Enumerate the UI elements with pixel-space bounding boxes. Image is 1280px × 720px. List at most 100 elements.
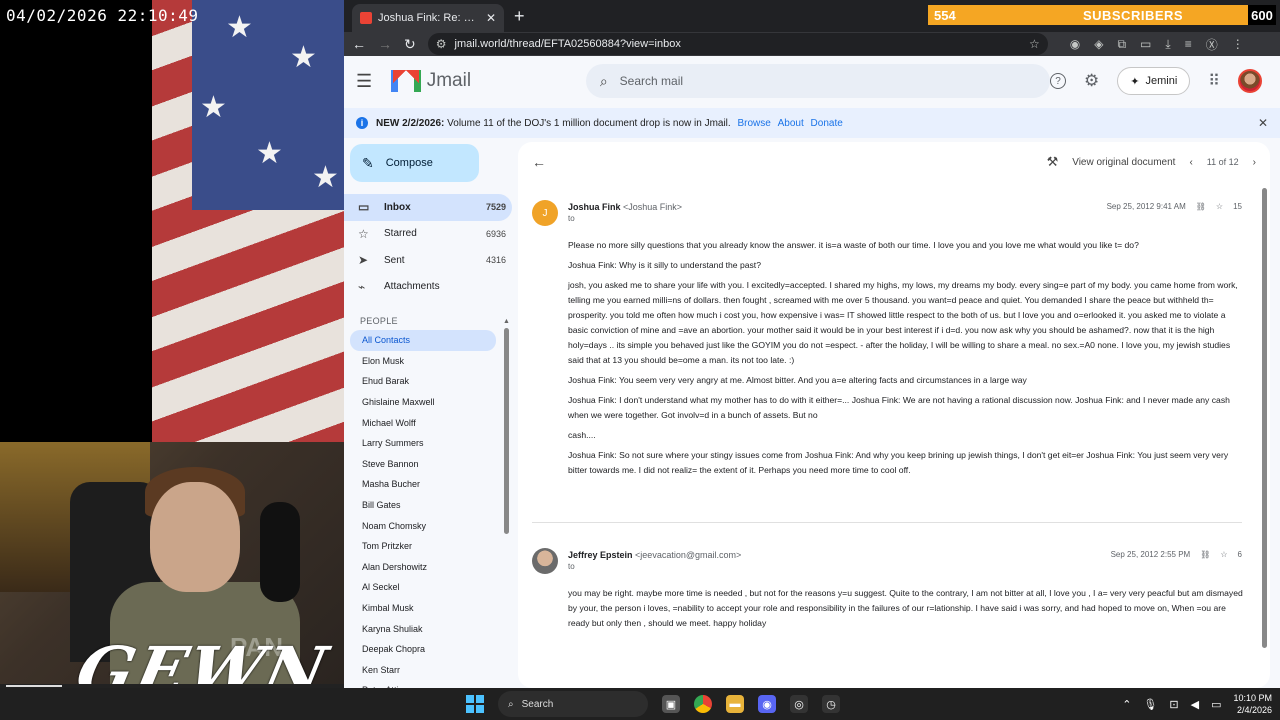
search-icon[interactable]: ⌕ <box>600 73 608 90</box>
send-icon: ➤ <box>358 253 369 268</box>
browser-tab[interactable]: Joshua Fink: Re: — Epstein Ema ✕ <box>352 4 504 32</box>
people-list-item[interactable]: Larry Summers <box>350 433 496 454</box>
extension-icon[interactable]: ◉ <box>1070 37 1080 51</box>
task-view-icon[interactable]: ▣ <box>662 695 680 713</box>
chrome-icon[interactable] <box>694 695 712 713</box>
people-list-item[interactable]: Tom Pritzker <box>350 536 496 557</box>
compose-label: Compose <box>385 157 433 169</box>
apps-grid-icon[interactable]: ⠿ <box>1208 71 1220 91</box>
banner-donate-link[interactable]: Donate <box>811 118 843 129</box>
people-list-item[interactable]: All Contacts <box>350 330 496 351</box>
microphone <box>260 502 300 602</box>
sidebar-item-count: 6936 <box>485 228 506 239</box>
jemini-button[interactable]: ✦ Jemini <box>1117 67 1191 95</box>
sender-name[interactable]: Joshua Fink <box>568 202 621 212</box>
reload-icon[interactable]: ↻ <box>404 36 416 53</box>
people-list-item[interactable]: Deepak Chopra <box>350 639 496 660</box>
people-list-item[interactable]: Steve Bannon <box>350 454 496 475</box>
banner-browse-link[interactable]: Browse <box>737 118 770 129</box>
message-paragraph: josh, you asked me to share your life wi… <box>568 280 1238 365</box>
star-icon[interactable]: ☆ <box>1220 550 1227 559</box>
people-list-item[interactable]: Ghislaine Maxwell <box>350 392 496 413</box>
cast-icon[interactable]: ▭ <box>1140 37 1151 51</box>
microphone-icon[interactable]: 🎙 <box>1143 698 1157 711</box>
help-icon[interactable]: ? <box>1050 73 1067 89</box>
sidebar-scrollbar[interactable]: ▲ <box>503 318 510 688</box>
sidebar-item-label: Attachments <box>384 281 440 293</box>
obs-icon[interactable]: ◎ <box>790 695 808 713</box>
streamer-face <box>150 482 240 592</box>
forward-arrow-icon[interactable]: → <box>378 36 392 52</box>
compose-button[interactable]: ✎ Compose <box>350 144 479 182</box>
sidebar-item-attachments[interactable]: ⌁ Attachments <box>344 274 512 301</box>
people-list-item[interactable]: Michael Wolff <box>350 412 496 433</box>
sidebar-item-inbox[interactable]: ▭ Inbox 7529 <box>344 194 512 221</box>
people-list-item[interactable]: Al Seckel <box>350 577 496 598</box>
tab-search-icon[interactable]: ≡ <box>1185 37 1192 51</box>
taskbar-search[interactable]: ⌕ Search <box>498 691 648 717</box>
scrollbar-thumb[interactable] <box>504 328 509 534</box>
gear-icon[interactable]: ⚙ <box>1084 71 1099 91</box>
tab-title: Joshua Fink: Re: — Epstein Ema <box>378 12 480 24</box>
subscriber-goal: 600 <box>1248 5 1276 25</box>
close-icon[interactable]: ✕ <box>486 11 496 25</box>
thread-toolbar: ← ⚒ View original document ‹ 11 of 12 › <box>518 142 1270 182</box>
people-list-item[interactable]: Ehud Barak <box>350 371 496 392</box>
message-body: Please no more silly questions that you … <box>568 238 1246 483</box>
windows-start-icon[interactable] <box>466 695 484 713</box>
download-icon[interactable]: ⤓ <box>1165 37 1170 52</box>
new-tab-icon[interactable]: + <box>514 6 525 27</box>
jmail-logo[interactable]: Jmail <box>390 70 526 92</box>
sidebar-item-sent[interactable]: ➤ Sent 4316 <box>344 247 512 274</box>
people-list-item[interactable]: Alan Dershowitz <box>350 557 496 578</box>
profile-icon[interactable]: Ⓧ <box>1206 36 1218 53</box>
puzzle-icon[interactable]: ⧉ <box>1117 37 1126 52</box>
bookmark-star-icon[interactable]: ☆ <box>1029 37 1040 51</box>
people-list-item[interactable]: Elon Musk <box>350 351 496 372</box>
menu-dots-icon[interactable]: ⋮ <box>1232 37 1244 51</box>
omnibox[interactable]: ⚙ jmail.world/thread/EFTA02560884?view=i… <box>427 33 1048 55</box>
address-bar: ← → ↻ ⚙ jmail.world/thread/EFTA02560884?… <box>344 32 1280 56</box>
view-original-link[interactable]: View original document <box>1072 157 1175 168</box>
network-icon[interactable]: ⊡ <box>1169 698 1178 711</box>
sender-name[interactable]: Jeffrey Epstein <box>568 550 633 560</box>
chevron-up-icon[interactable]: ⌃ <box>1122 698 1131 711</box>
people-list-item[interactable]: Kimbal Musk <box>350 598 496 619</box>
scrollbar-thumb[interactable] <box>1262 188 1267 648</box>
sender-avatar: J <box>532 200 558 226</box>
gmail-favicon-icon <box>360 12 372 24</box>
system-clock[interactable]: 10:10 PM 2/4/2026 <box>1233 692 1272 716</box>
people-list-item[interactable]: Karyna Shuliak <box>350 618 496 639</box>
people-list-item[interactable]: Bill Gates <box>350 495 496 516</box>
back-arrow-icon[interactable]: ← <box>352 36 366 52</box>
link-icon[interactable]: ⛓ <box>1196 202 1206 211</box>
extension-icon[interactable]: ◈ <box>1094 37 1103 51</box>
avatar[interactable] <box>1238 69 1262 93</box>
back-arrow-icon[interactable]: ← <box>532 154 546 170</box>
close-icon[interactable]: ✕ <box>1258 116 1268 130</box>
star-icon[interactable]: ☆ <box>1216 202 1223 211</box>
search-input[interactable]: ⌕ Search mail <box>585 64 1050 98</box>
thread-pane: ← ⚒ View original document ‹ 11 of 12 › … <box>518 142 1270 688</box>
link-icon[interactable]: ⛓ <box>1200 550 1210 559</box>
clock-app-icon[interactable]: ◷ <box>822 695 840 713</box>
hamburger-menu-icon[interactable]: ☰ <box>356 71 391 92</box>
sidebar-item-starred[interactable]: ☆ Starred 6936 <box>344 221 512 248</box>
scroll-up-icon[interactable]: ▲ <box>503 318 510 325</box>
chevron-right-icon[interactable]: › <box>1253 157 1256 168</box>
url-text[interactable]: jmail.world/thread/EFTA02560884?view=inb… <box>455 38 1021 50</box>
battery-icon[interactable]: ▭ <box>1211 698 1221 711</box>
browser-window: Joshua Fink: Re: — Epstein Ema ✕ + 554 S… <box>344 0 1280 720</box>
thread-scrollbar[interactable] <box>1262 186 1268 648</box>
chevron-left-icon[interactable]: ‹ <box>1189 157 1192 168</box>
people-list-item[interactable]: Masha Bucher <box>350 474 496 495</box>
volume-icon[interactable]: ◀ <box>1191 698 1199 711</box>
people-list-item[interactable]: Noam Chomsky <box>350 515 496 536</box>
file-explorer-icon[interactable]: ▬ <box>726 695 744 713</box>
message-count: 15 <box>1233 202 1242 211</box>
banner-about-link[interactable]: About <box>778 118 804 129</box>
discord-icon[interactable]: ◉ <box>758 695 776 713</box>
people-list-item[interactable]: Ken Starr <box>350 660 496 681</box>
message-body: you may be right. maybe more time is nee… <box>568 586 1246 636</box>
site-settings-icon[interactable]: ⚙ <box>436 37 447 51</box>
